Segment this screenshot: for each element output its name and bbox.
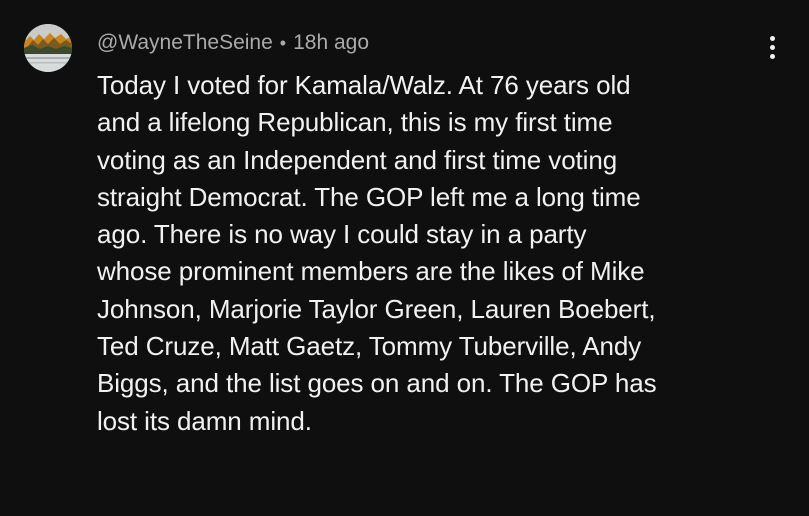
more-vertical-icon xyxy=(769,36,775,41)
more-vertical-icon-dot-3 xyxy=(769,54,775,59)
comment-menu-button[interactable] xyxy=(767,36,777,60)
author-name[interactable]: @WayneTheSeine xyxy=(97,31,273,55)
comment-header: @WayneTheSeine • 18h ago xyxy=(97,28,369,58)
avatar[interactable] xyxy=(24,24,72,72)
comment: @WayneTheSeine • 18h ago Today I voted f… xyxy=(0,0,809,516)
autumn-landscape-avatar-icon xyxy=(24,24,72,72)
comment-timestamp[interactable]: 18h ago xyxy=(293,31,369,55)
comment-text: Today I voted for Kamala/Walz. At 76 yea… xyxy=(97,70,657,436)
more-vertical-icon-dot-2 xyxy=(769,45,775,50)
meta-separator: • xyxy=(279,32,287,53)
